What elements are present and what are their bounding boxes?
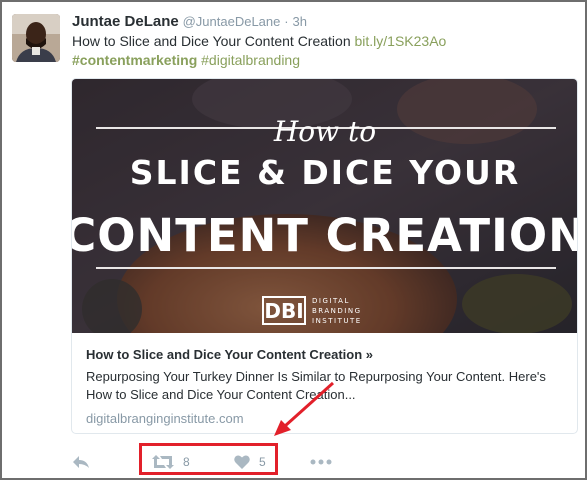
card-image-line3: CONTENT CREATION: [72, 209, 577, 262]
hashtag-contentmarketing[interactable]: #contentmarketing: [72, 52, 197, 68]
tweet-frame: Juntae DeLane @JuntaeDeLane · 3h How to …: [0, 0, 587, 480]
hashtag-digitalbranding[interactable]: #digitalbranding: [201, 52, 300, 68]
card-image-line2: SLICE & DICE YOUR: [130, 153, 521, 192]
avatar[interactable]: [12, 14, 60, 62]
more-icon: [310, 459, 332, 465]
reply-icon: [73, 456, 89, 468]
logo-line3: INSTITUTE: [312, 317, 362, 325]
more-button[interactable]: [310, 452, 332, 472]
tweet-actions: 8 5: [2, 444, 585, 478]
card-body: How to Slice and Dice Your Content Creat…: [86, 346, 564, 428]
header-separator: ·: [284, 14, 289, 29]
card-domain[interactable]: digitalbranginginstitute.com: [86, 410, 564, 428]
author-handle[interactable]: @JuntaeDeLane: [183, 14, 281, 29]
annotation-highlight-box: [139, 443, 278, 475]
card-title[interactable]: How to Slice and Dice Your Content Creat…: [86, 346, 564, 364]
card-description: Repurposing Your Turkey Dinner Is Simila…: [86, 369, 546, 402]
tweet-timestamp[interactable]: 3h: [293, 14, 307, 29]
author-name[interactable]: Juntae DeLane: [72, 13, 179, 30]
avatar-image: [12, 14, 60, 62]
link-card[interactable]: How to SLICE & DICE YOUR CONTENT CREATIO…: [71, 78, 578, 434]
tweet-text: How to Slice and Dice Your Content Creat…: [72, 32, 572, 70]
card-image-line1: How to: [273, 115, 376, 148]
tweet-link[interactable]: bit.ly/1SK23Ao: [355, 33, 447, 49]
tweet-body: How to Slice and Dice Your Content Creat…: [72, 33, 351, 49]
logo-line1: DIGITAL: [312, 297, 350, 305]
card-image[interactable]: How to SLICE & DICE YOUR CONTENT CREATIO…: [72, 79, 577, 333]
tweet-header: Juntae DeLane @JuntaeDeLane · 3h: [72, 12, 307, 31]
logo-line2: BRANDING: [312, 307, 362, 315]
logo-mark: DBI: [264, 299, 303, 323]
reply-button[interactable]: [72, 452, 90, 472]
